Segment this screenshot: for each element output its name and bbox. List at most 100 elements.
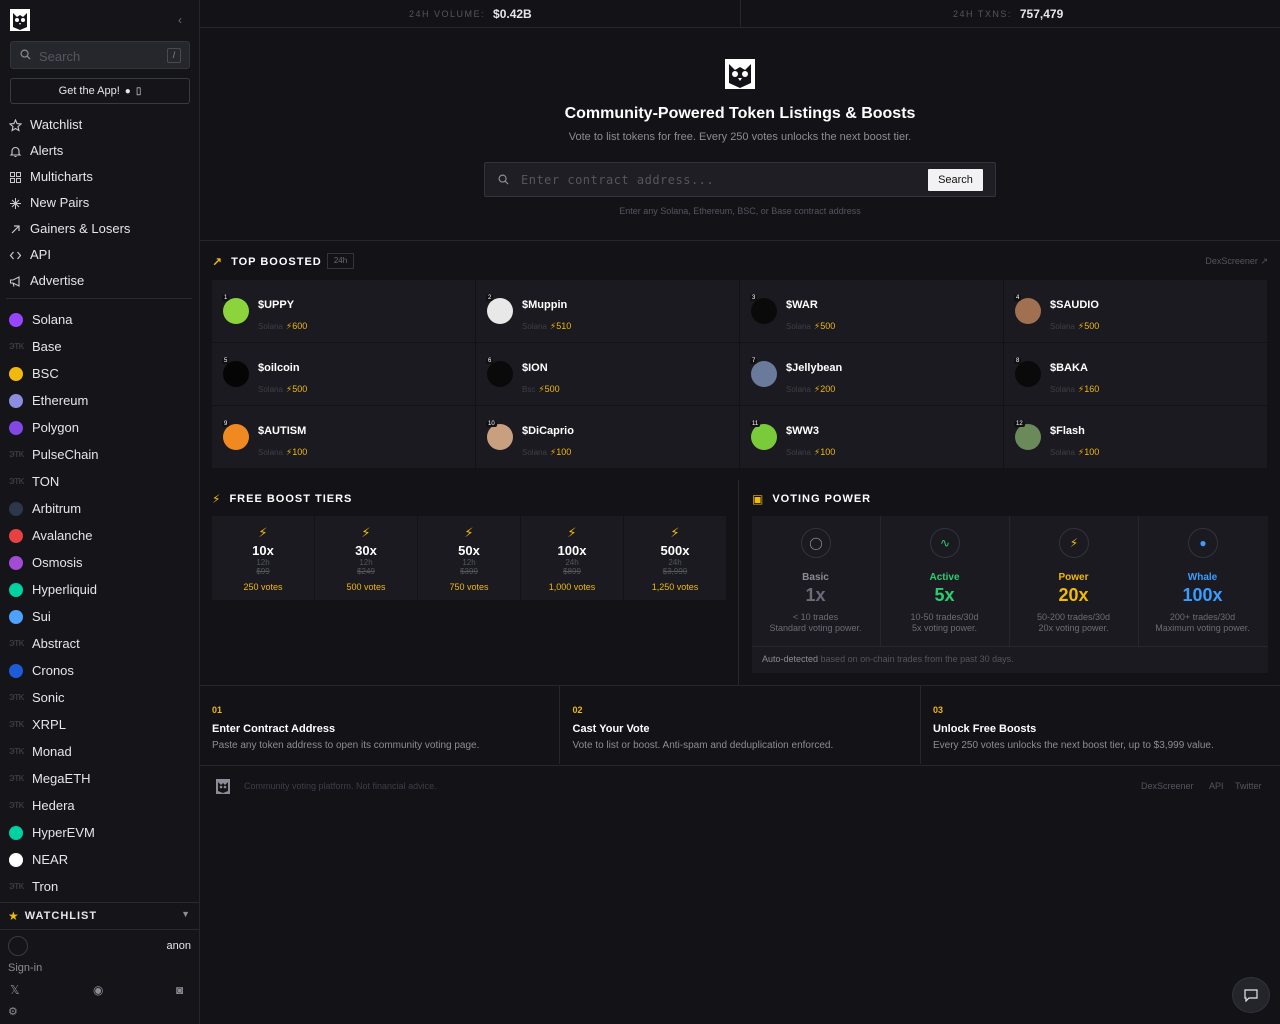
chain-item-cronos[interactable]: Cronos [0,657,199,684]
period-badge[interactable]: 24h [327,253,354,269]
get-app-button[interactable]: Get the App! ● ▯ [10,78,190,104]
token-meta: Solana ⚡500 [786,321,835,332]
boosted-token-card[interactable]: 7 $Jellybean Solana ⚡200 [740,343,1003,405]
dexscreener-link[interactable]: DexScreener ↗ [1205,256,1268,267]
chain-item-monad[interactable]: ЭTK Monad [0,738,199,765]
chain-item-tron[interactable]: ЭTK Tron [0,873,199,900]
chat-button[interactable] [1232,977,1270,1013]
level-description: 20x voting power. [1038,623,1109,633]
tier-duration: 24h [668,558,682,567]
chain-item-pulsechain[interactable]: ЭTK PulseChain [0,441,199,468]
discord-icon[interactable]: ◙ [176,983,183,997]
boost-tier-card: ⚡ 100x 24h $899 1,000 votes [521,516,623,600]
step-title: Unlock Free Boosts [933,723,1037,735]
chain-item-xrpl[interactable]: ЭTK XRPL [0,711,199,738]
chain-item-sui[interactable]: Sui [0,603,199,630]
boosted-token-card[interactable]: 8 $BAKA Solana ⚡160 [1004,343,1267,405]
sidebar-item-watchlist[interactable]: Watchlist [0,111,199,137]
hero-subtitle: Vote to list tokens for free. Every 250 … [568,131,912,143]
chain-item-arbitrum[interactable]: Arbitrum [0,495,199,522]
chain-item-label: Base [32,339,62,354]
chain-item-osmosis[interactable]: Osmosis [0,549,199,576]
boosted-token-card[interactable]: 6 $ION Bsc ⚡500 [476,343,739,405]
x-twitter-icon[interactable]: 𝕏 [10,983,20,997]
token-avatar [1015,424,1041,450]
chain-item-label: BSC [32,366,59,381]
boosted-token-card[interactable]: 12 $Flash Solana ⚡100 [1004,406,1267,468]
footer-link-api[interactable]: API [1209,781,1224,791]
boosted-token-card[interactable]: 4 $SAUDIO Solana ⚡500 [1004,280,1267,342]
token-avatar [1015,361,1041,387]
sidebar-item-multicharts[interactable]: Multicharts [0,163,199,189]
sidebar-item-alerts[interactable]: Alerts [0,137,199,163]
chain-item-ethereum[interactable]: Ethereum [0,387,199,414]
boosted-token-card[interactable]: 2 $Muppin Solana ⚡510 [476,280,739,342]
chain-item-near[interactable]: NEAR [0,846,199,873]
footer-link-dexscreener[interactable]: DexScreener [1141,781,1194,791]
gear-icon[interactable]: ⚙ [8,1005,18,1018]
boosted-token-card[interactable]: 1 $UPPY Solana ⚡600 [212,280,475,342]
step-description: Paste any token address to open its comm… [212,740,480,751]
tier-duration: 12h [256,558,270,567]
boost-count: ⚡600 [286,321,307,331]
stats-divider [740,0,741,28]
bsc-icon [9,366,23,381]
contract-address-input[interactable]: Enter contract address... [521,173,714,187]
watchlist-toggle[interactable]: ★ WATCHLIST ▼ [0,902,199,930]
chain-item-sonic[interactable]: ЭTK Sonic [0,684,199,711]
sidebar-item-label: Advertise [30,272,85,288]
level-requirement: < 10 trades [792,612,839,622]
token-ticker: $DiCaprio [522,425,574,437]
bolt-icon: ⚡ [212,492,222,506]
xrpl-icon: ЭTK [9,719,24,729]
user-avatar[interactable] [8,936,28,956]
boosted-token-card[interactable]: 3 $WAR Solana ⚡500 [740,280,1003,342]
sidebar-search[interactable]: Search / [10,41,190,69]
tier-multiplier: 50x [458,543,480,558]
chain-item-ton[interactable]: ЭTK TON [0,468,199,495]
chain-item-polygon[interactable]: Polygon [0,414,199,441]
token-avatar [223,298,249,324]
boost-count: ⚡100 [286,447,307,457]
chain-item-hyperevm[interactable]: HyperEVM [0,819,199,846]
chain-item-label: Ethereum [32,393,89,408]
sign-in-link[interactable]: Sign-in [8,962,42,974]
sidebar-item-api[interactable]: API [0,241,199,267]
footer-link-twitter[interactable]: Twitter [1235,781,1262,791]
hero-note: Enter any Solana, Ethereum, BSC, or Base… [619,206,861,216]
chain-item-base[interactable]: ЭTK Base [0,333,199,360]
token-meta: Bsc ⚡500 [522,384,560,395]
chain-item-avalanche[interactable]: Avalanche [0,522,199,549]
boost-tier-card: ⚡ 30x 12h $249 500 votes [315,516,417,600]
collapse-sidebar-icon[interactable]: ‹ [178,13,182,27]
sidebar-item-advertise[interactable]: Advertise [0,267,199,293]
token-rank: 3 [750,295,758,301]
token-avatar [487,298,513,324]
token-ticker: $oilcoin [258,362,300,374]
contract-address-search: Enter contract address... Search [484,162,996,197]
owl-logo-icon [216,779,230,794]
token-avatar [223,424,249,450]
boosted-token-card[interactable]: 11 $WW3 Solana ⚡100 [740,406,1003,468]
search-icon [20,49,31,60]
telegram-icon[interactable]: ◉ [93,983,103,997]
boosted-token-card[interactable]: 10 $DiCaprio Solana ⚡100 [476,406,739,468]
chain-item-abstract[interactable]: ЭTK Abstract [0,630,199,657]
chain-item-hedera[interactable]: ЭTK Hedera [0,792,199,819]
boosted-token-card[interactable]: 9 $AUTISM Solana ⚡100 [212,406,475,468]
chain-item-megaeth[interactable]: ЭTK MegaETH [0,765,199,792]
chat-icon [1244,989,1258,1002]
sidebar-item-new-pairs[interactable]: New Pairs [0,189,199,215]
voting-footnote-divider [752,646,1268,647]
chain-item-solana[interactable]: Solana [0,306,199,333]
volume-label: 24H VOLUME: [409,9,486,19]
owl-logo-icon[interactable] [10,9,30,31]
chain-item-bsc[interactable]: BSC [0,360,199,387]
top-boosted-label: TOP BOOSTED [231,256,322,268]
search-button[interactable]: Search [928,169,983,191]
how-it-works-step: 03 Unlock Free Boosts Every 250 votes unlo… [921,686,1280,764]
section-divider [200,240,1280,241]
sidebar-item-gainers-losers[interactable]: Gainers & Losers [0,215,199,241]
chain-item-hyperliquid[interactable]: Hyperliquid [0,576,199,603]
boosted-token-card[interactable]: 5 $oilcoin Solana ⚡500 [212,343,475,405]
